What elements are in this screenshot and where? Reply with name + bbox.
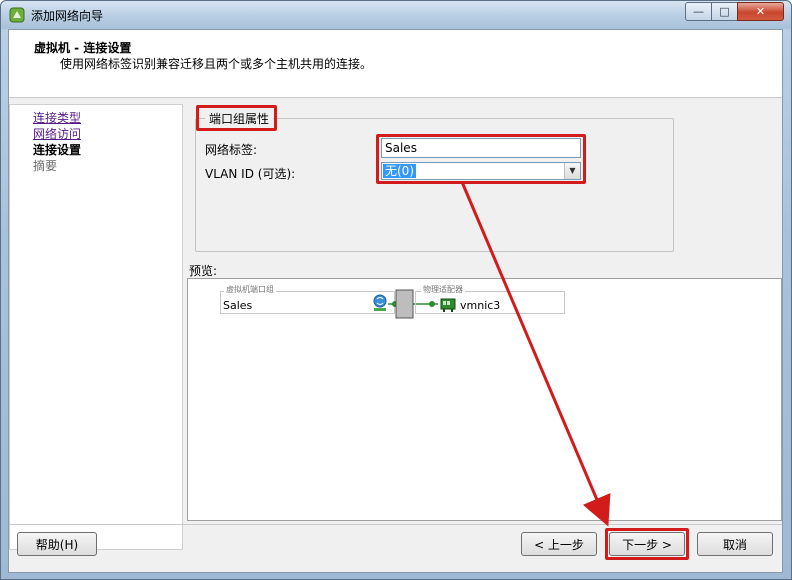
nav-item-connection-settings: 连接设置 <box>33 143 82 157</box>
nav-item-connection-type[interactable]: 连接类型 <box>33 109 81 126</box>
minimize-icon: — <box>693 5 704 18</box>
help-button[interactable]: 帮助(H) <box>17 532 97 556</box>
wizard-header: 虚拟机 - 连接设置 使用网络标签识别兼容迁移且两个或多个主机共用的连接。 <box>9 30 782 98</box>
page-subtitle: 使用网络标签识别兼容迁移且两个或多个主机共用的连接。 <box>60 57 373 71</box>
minimize-button[interactable]: — <box>685 2 712 21</box>
port-group-legend: 虚拟机端口组 <box>224 284 276 295</box>
footer-separator <box>9 524 782 525</box>
close-button[interactable]: ✕ <box>737 2 784 21</box>
cancel-button[interactable]: 取消 <box>697 532 773 556</box>
nav-item-network-access[interactable]: 网络访问 <box>33 125 81 142</box>
nav-item-summary: 摘要 <box>33 159 58 173</box>
network-preview-panel: 虚拟机端口组 Sales 物理适配器 vmnic3 <box>187 278 782 521</box>
dialog-client: 虚拟机 - 连接设置 使用网络标签识别兼容迁移且两个或多个主机共用的连接。 连接… <box>8 29 783 573</box>
preview-caption: 预览: <box>189 264 218 278</box>
back-button[interactable]: < 上一步 <box>521 532 597 556</box>
title-bar[interactable]: 添加网络向导 — □ ✕ <box>1 1 791 29</box>
maximize-button[interactable]: □ <box>711 2 738 21</box>
page-title: 虚拟机 - 连接设置 <box>34 41 132 55</box>
port-group-name: Sales <box>223 299 253 312</box>
wizard-nav: 连接类型 网络访问 连接设置 摘要 <box>9 104 183 550</box>
close-icon: ✕ <box>755 5 766 18</box>
highlight-next-button <box>605 528 689 560</box>
app-icon <box>9 7 25 23</box>
physical-adapter-legend: 物理适配器 <box>421 284 465 295</box>
highlight-network-fields <box>376 134 586 184</box>
highlight-section-title <box>196 105 277 131</box>
vlan-id-caption: VLAN ID (可选): <box>205 167 296 181</box>
nic-icon <box>440 298 456 312</box>
physical-adapter-name: vmnic3 <box>460 299 501 312</box>
network-label-caption: 网络标签: <box>205 143 258 157</box>
window-title: 添加网络向导 <box>31 9 104 23</box>
maximize-icon: □ <box>719 5 730 18</box>
